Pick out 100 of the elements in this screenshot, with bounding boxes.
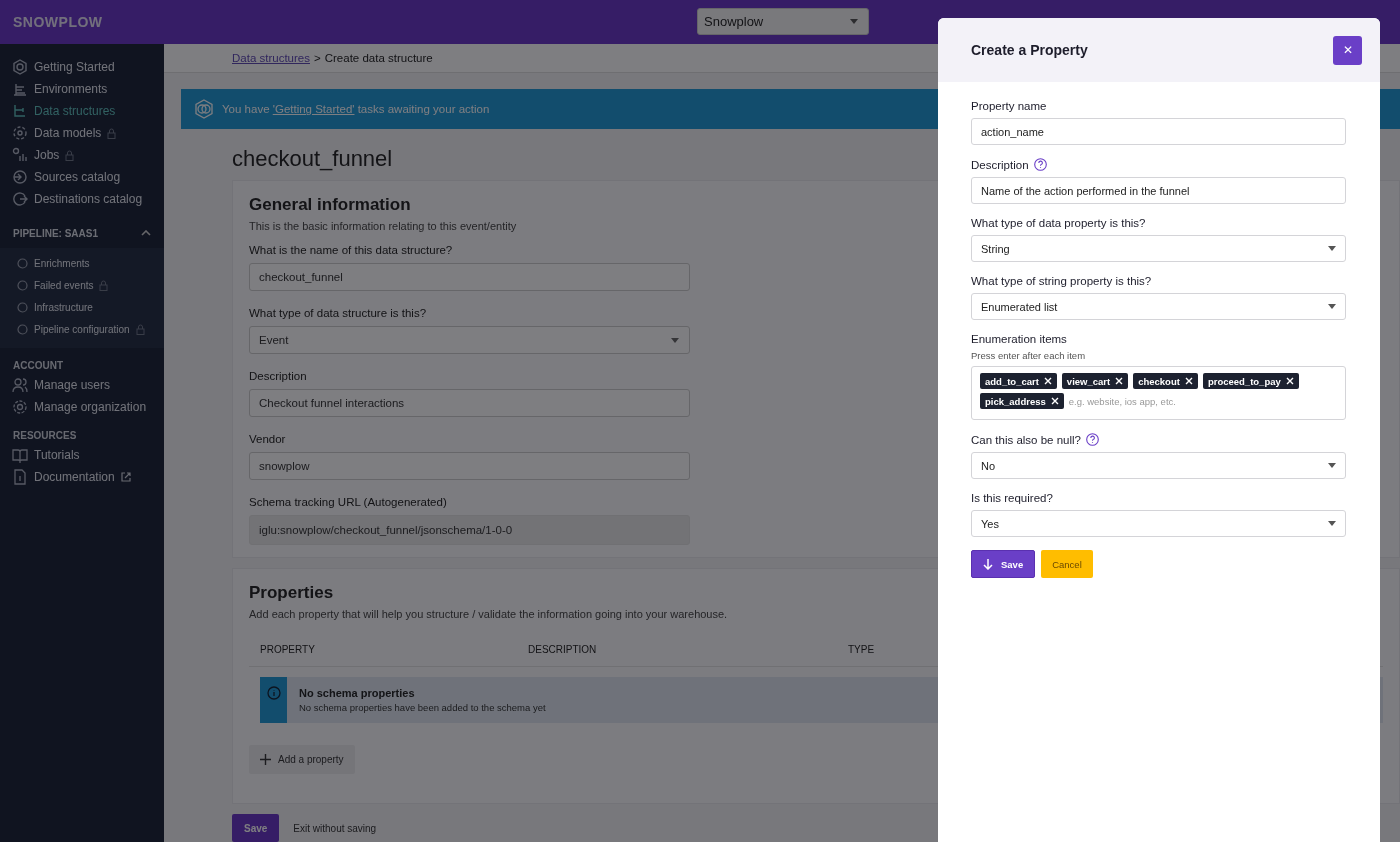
banner-link[interactable]: 'Getting Started' — [272, 103, 355, 116]
page-title: checkout_funnel — [232, 146, 393, 172]
stack-icon — [12, 81, 28, 97]
sidebar-subitem[interactable]: Infrastructure — [0, 296, 164, 318]
field-label: Enumeration items — [971, 333, 1067, 345]
sidebar-item[interactable]: Data models — [0, 122, 164, 144]
pipeline-toggle[interactable]: PIPELINE: SAAS1 — [0, 218, 164, 248]
sidebar-item[interactable]: Data structures — [0, 100, 164, 122]
input-field[interactable]: Checkout funnel interactions — [249, 389, 690, 417]
breadcrumb-link[interactable]: Data structures — [232, 52, 310, 65]
sidebar-item[interactable]: Destinations catalog — [0, 188, 164, 210]
caret-icon — [1328, 246, 1336, 251]
readonly-field[interactable]: iglu:snowplow/checkout_funnel/jsonschema/1-0-0 — [249, 515, 690, 545]
dialog-title: Create a Property — [971, 42, 1088, 58]
info-icon — [266, 686, 281, 700]
users-icon — [12, 377, 28, 393]
close-button[interactable]: ✕ — [1333, 35, 1362, 65]
circle-icon — [17, 257, 28, 269]
column-header: TYPE — [848, 643, 875, 655]
select-field[interactable]: Enumerated list — [971, 293, 1346, 320]
breadcrumb-separator: > — [314, 52, 321, 65]
tags-field[interactable]: add_to_cart view_cart checkout proceed_to_pay pick_address e.g. website, ios app, etc. — [971, 366, 1346, 420]
exit-button[interactable]: Exit without saving — [287, 814, 383, 842]
column-header: DESCRIPTION — [528, 643, 598, 655]
card-title: Properties — [249, 583, 334, 603]
remove-icon[interactable] — [1050, 397, 1059, 405]
remove-icon[interactable] — [1043, 377, 1052, 385]
chevron-icon — [141, 230, 151, 236]
select-field[interactable]: String — [971, 235, 1346, 262]
field-label: Description — [249, 370, 307, 382]
save-button[interactable]: Save — [971, 550, 1036, 578]
sidebar-subitem[interactable]: Pipeline configuration — [0, 318, 164, 340]
arrow-down-icon — [983, 558, 993, 570]
section-title: ACCOUNT — [12, 359, 64, 373]
tag-chip: checkout — [1133, 373, 1198, 389]
sidebar-item[interactable]: Manage users — [0, 374, 164, 396]
help-icon[interactable] — [1085, 433, 1099, 446]
exit-icon — [12, 191, 28, 207]
card-title: General information — [249, 195, 411, 215]
sidebar-item[interactable]: Jobs — [0, 144, 164, 166]
field-label: Is this required? — [971, 492, 1053, 504]
enter-icon — [12, 169, 28, 185]
tree-icon — [12, 103, 28, 119]
field-label: Description — [971, 158, 1029, 171]
type-select[interactable]: Event — [249, 326, 690, 354]
organization-select[interactable]: Snowplow — [697, 8, 869, 35]
logo[interactable]: SNOWPLOW — [13, 14, 103, 30]
sidebar-subitem[interactable]: Enrichments — [0, 252, 164, 274]
notice-title: No schema properties — [299, 687, 416, 699]
notice-text: No schema properties have been added to the schema yet — [299, 702, 546, 713]
circle-icon — [17, 323, 28, 335]
caret-icon — [1328, 304, 1336, 309]
field-label: What type of string property is this? — [971, 275, 1152, 287]
caret-icon — [850, 19, 858, 24]
select-field[interactable]: No — [971, 452, 1346, 479]
add-property-button[interactable]: Add a property — [249, 745, 355, 774]
save-button[interactable]: Save — [232, 814, 280, 842]
chart-icon — [12, 147, 28, 163]
hexagon-icon — [194, 99, 214, 120]
remove-icon[interactable] — [1115, 377, 1124, 385]
field-label: What type of data property is this? — [971, 217, 1146, 229]
sidebar-item[interactable]: Manage organization — [0, 396, 164, 418]
sidebar-item[interactable]: Getting Started — [0, 56, 164, 78]
tag-chip: proceed_to_pay — [1202, 373, 1299, 389]
input-field[interactable]: action_name — [971, 118, 1346, 145]
card-subtitle: Add each property that will help you structure / validate the information going into your warehouse. — [249, 608, 728, 620]
hexagon-icon — [12, 59, 28, 75]
tag-chip: view_cart — [1061, 373, 1129, 389]
remove-icon[interactable] — [1285, 377, 1294, 385]
caret-icon — [1328, 463, 1336, 468]
document-icon — [12, 469, 28, 485]
input-field[interactable]: checkout_funnel — [249, 263, 690, 291]
field-label: What type of data structure is this? — [249, 307, 427, 319]
circle-icon — [17, 279, 28, 291]
card-subtitle: This is the basic information relating to this event/entity — [249, 220, 517, 232]
caret-icon — [1328, 521, 1336, 526]
remove-icon[interactable] — [1184, 377, 1193, 385]
caret-icon — [671, 337, 679, 343]
sidebar-subitem[interactable]: Failed events — [0, 274, 164, 296]
field-label: Property name — [971, 100, 1047, 112]
field-label: Schema tracking URL (Autogenerated) — [249, 496, 447, 508]
field-label: What is the name of this data structure? — [249, 244, 453, 256]
select-field[interactable]: Yes — [971, 510, 1346, 537]
field-label: Vendor — [249, 433, 286, 445]
plus-icon — [260, 754, 271, 765]
circle-icon — [12, 125, 28, 141]
help-icon[interactable] — [1033, 158, 1047, 171]
section-title: RESOURCES — [12, 429, 78, 443]
input-field[interactable]: Name of the action performed in the funnel — [971, 177, 1346, 204]
column-header: PROPERTY — [260, 643, 316, 655]
sidebar-item[interactable]: Tutorials — [0, 444, 164, 466]
cancel-button[interactable]: Cancel — [1041, 550, 1093, 578]
sidebar-item[interactable]: Documentation — [0, 466, 164, 488]
circle-icon — [17, 301, 28, 313]
tag-chip: add_to_cart — [980, 373, 1057, 389]
input-field[interactable]: snowplow — [249, 452, 690, 480]
breadcrumb-current: Create data structure — [324, 52, 433, 65]
tag-chip: pick_address — [980, 393, 1064, 409]
sidebar-item[interactable]: Sources catalog — [0, 166, 164, 188]
sidebar-item[interactable]: Environments — [0, 78, 164, 100]
